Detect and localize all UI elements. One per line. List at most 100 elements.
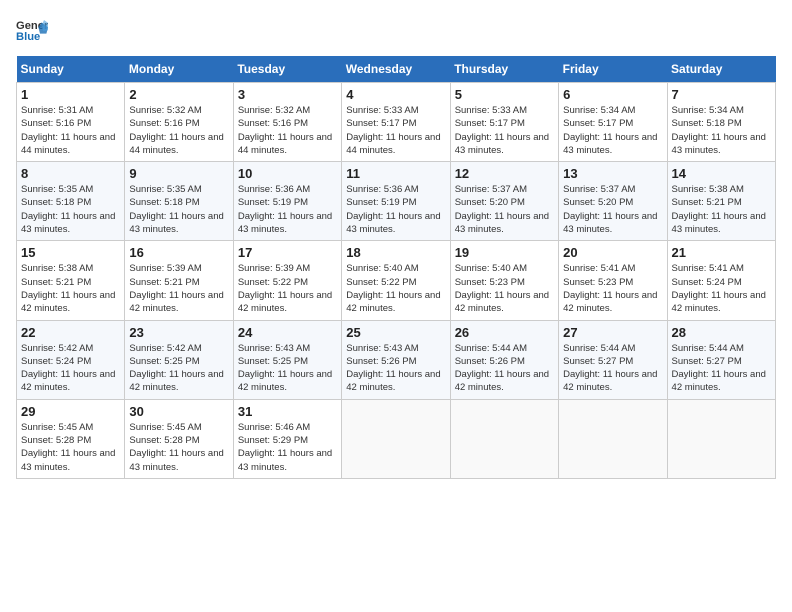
- day-number: 17: [238, 245, 337, 260]
- day-info: Sunrise: 5:44 AM Sunset: 5:27 PM Dayligh…: [672, 342, 771, 395]
- day-cell: 15 Sunrise: 5:38 AM Sunset: 5:21 PM Dayl…: [17, 241, 125, 320]
- day-info: Sunrise: 5:32 AM Sunset: 5:16 PM Dayligh…: [129, 104, 228, 157]
- day-number: 11: [346, 166, 445, 181]
- day-info: Sunrise: 5:40 AM Sunset: 5:23 PM Dayligh…: [455, 262, 554, 315]
- day-number: 6: [563, 87, 662, 102]
- day-cell: 29 Sunrise: 5:45 AM Sunset: 5:28 PM Dayl…: [17, 399, 125, 478]
- day-number: 18: [346, 245, 445, 260]
- day-cell: 21 Sunrise: 5:41 AM Sunset: 5:24 PM Dayl…: [667, 241, 775, 320]
- day-info: Sunrise: 5:45 AM Sunset: 5:28 PM Dayligh…: [21, 421, 120, 474]
- header-row: SundayMondayTuesdayWednesdayThursdayFrid…: [17, 56, 776, 83]
- day-number: 19: [455, 245, 554, 260]
- day-cell: 28 Sunrise: 5:44 AM Sunset: 5:27 PM Dayl…: [667, 320, 775, 399]
- day-cell: 31 Sunrise: 5:46 AM Sunset: 5:29 PM Dayl…: [233, 399, 341, 478]
- weekday-header-saturday: Saturday: [667, 56, 775, 83]
- day-number: 4: [346, 87, 445, 102]
- day-cell: 6 Sunrise: 5:34 AM Sunset: 5:17 PM Dayli…: [559, 83, 667, 162]
- day-number: 1: [21, 87, 120, 102]
- day-cell: 25 Sunrise: 5:43 AM Sunset: 5:26 PM Dayl…: [342, 320, 450, 399]
- day-number: 27: [563, 325, 662, 340]
- day-info: Sunrise: 5:43 AM Sunset: 5:26 PM Dayligh…: [346, 342, 445, 395]
- day-info: Sunrise: 5:41 AM Sunset: 5:23 PM Dayligh…: [563, 262, 662, 315]
- day-number: 3: [238, 87, 337, 102]
- day-cell: 2 Sunrise: 5:32 AM Sunset: 5:16 PM Dayli…: [125, 83, 233, 162]
- day-cell: 16 Sunrise: 5:39 AM Sunset: 5:21 PM Dayl…: [125, 241, 233, 320]
- day-cell: 9 Sunrise: 5:35 AM Sunset: 5:18 PM Dayli…: [125, 162, 233, 241]
- day-number: 28: [672, 325, 771, 340]
- day-cell: 26 Sunrise: 5:44 AM Sunset: 5:26 PM Dayl…: [450, 320, 558, 399]
- day-number: 26: [455, 325, 554, 340]
- day-cell: 8 Sunrise: 5:35 AM Sunset: 5:18 PM Dayli…: [17, 162, 125, 241]
- day-info: Sunrise: 5:37 AM Sunset: 5:20 PM Dayligh…: [563, 183, 662, 236]
- week-row-5: 29 Sunrise: 5:45 AM Sunset: 5:28 PM Dayl…: [17, 399, 776, 478]
- day-number: 8: [21, 166, 120, 181]
- calendar-table: SundayMondayTuesdayWednesdayThursdayFrid…: [16, 56, 776, 479]
- day-number: 30: [129, 404, 228, 419]
- day-info: Sunrise: 5:39 AM Sunset: 5:21 PM Dayligh…: [129, 262, 228, 315]
- day-info: Sunrise: 5:35 AM Sunset: 5:18 PM Dayligh…: [21, 183, 120, 236]
- weekday-header-monday: Monday: [125, 56, 233, 83]
- day-cell: [342, 399, 450, 478]
- day-number: 5: [455, 87, 554, 102]
- day-cell: 23 Sunrise: 5:42 AM Sunset: 5:25 PM Dayl…: [125, 320, 233, 399]
- day-cell: 1 Sunrise: 5:31 AM Sunset: 5:16 PM Dayli…: [17, 83, 125, 162]
- day-number: 23: [129, 325, 228, 340]
- day-info: Sunrise: 5:31 AM Sunset: 5:16 PM Dayligh…: [21, 104, 120, 157]
- day-number: 24: [238, 325, 337, 340]
- day-info: Sunrise: 5:38 AM Sunset: 5:21 PM Dayligh…: [672, 183, 771, 236]
- day-info: Sunrise: 5:46 AM Sunset: 5:29 PM Dayligh…: [238, 421, 337, 474]
- day-info: Sunrise: 5:39 AM Sunset: 5:22 PM Dayligh…: [238, 262, 337, 315]
- day-info: Sunrise: 5:37 AM Sunset: 5:20 PM Dayligh…: [455, 183, 554, 236]
- day-cell: [667, 399, 775, 478]
- weekday-header-friday: Friday: [559, 56, 667, 83]
- day-cell: 11 Sunrise: 5:36 AM Sunset: 5:19 PM Dayl…: [342, 162, 450, 241]
- day-number: 15: [21, 245, 120, 260]
- day-number: 16: [129, 245, 228, 260]
- day-cell: 30 Sunrise: 5:45 AM Sunset: 5:28 PM Dayl…: [125, 399, 233, 478]
- week-row-1: 1 Sunrise: 5:31 AM Sunset: 5:16 PM Dayli…: [17, 83, 776, 162]
- week-row-2: 8 Sunrise: 5:35 AM Sunset: 5:18 PM Dayli…: [17, 162, 776, 241]
- weekday-header-sunday: Sunday: [17, 56, 125, 83]
- day-cell: 18 Sunrise: 5:40 AM Sunset: 5:22 PM Dayl…: [342, 241, 450, 320]
- day-number: 22: [21, 325, 120, 340]
- day-info: Sunrise: 5:36 AM Sunset: 5:19 PM Dayligh…: [238, 183, 337, 236]
- day-number: 25: [346, 325, 445, 340]
- day-cell: 14 Sunrise: 5:38 AM Sunset: 5:21 PM Dayl…: [667, 162, 775, 241]
- day-number: 9: [129, 166, 228, 181]
- day-cell: 10 Sunrise: 5:36 AM Sunset: 5:19 PM Dayl…: [233, 162, 341, 241]
- day-info: Sunrise: 5:40 AM Sunset: 5:22 PM Dayligh…: [346, 262, 445, 315]
- day-info: Sunrise: 5:32 AM Sunset: 5:16 PM Dayligh…: [238, 104, 337, 157]
- day-info: Sunrise: 5:41 AM Sunset: 5:24 PM Dayligh…: [672, 262, 771, 315]
- day-info: Sunrise: 5:44 AM Sunset: 5:26 PM Dayligh…: [455, 342, 554, 395]
- day-number: 14: [672, 166, 771, 181]
- day-number: 21: [672, 245, 771, 260]
- svg-text:Blue: Blue: [16, 31, 40, 43]
- page-header: General Blue: [16, 16, 776, 44]
- day-cell: 13 Sunrise: 5:37 AM Sunset: 5:20 PM Dayl…: [559, 162, 667, 241]
- day-cell: 12 Sunrise: 5:37 AM Sunset: 5:20 PM Dayl…: [450, 162, 558, 241]
- day-info: Sunrise: 5:45 AM Sunset: 5:28 PM Dayligh…: [129, 421, 228, 474]
- week-row-4: 22 Sunrise: 5:42 AM Sunset: 5:24 PM Dayl…: [17, 320, 776, 399]
- day-number: 10: [238, 166, 337, 181]
- day-info: Sunrise: 5:44 AM Sunset: 5:27 PM Dayligh…: [563, 342, 662, 395]
- day-number: 2: [129, 87, 228, 102]
- day-cell: 3 Sunrise: 5:32 AM Sunset: 5:16 PM Dayli…: [233, 83, 341, 162]
- day-cell: 24 Sunrise: 5:43 AM Sunset: 5:25 PM Dayl…: [233, 320, 341, 399]
- day-info: Sunrise: 5:34 AM Sunset: 5:17 PM Dayligh…: [563, 104, 662, 157]
- logo-icon: General Blue: [16, 16, 48, 44]
- day-cell: 27 Sunrise: 5:44 AM Sunset: 5:27 PM Dayl…: [559, 320, 667, 399]
- day-number: 7: [672, 87, 771, 102]
- logo: General Blue: [16, 16, 48, 44]
- day-info: Sunrise: 5:33 AM Sunset: 5:17 PM Dayligh…: [346, 104, 445, 157]
- day-info: Sunrise: 5:43 AM Sunset: 5:25 PM Dayligh…: [238, 342, 337, 395]
- weekday-header-thursday: Thursday: [450, 56, 558, 83]
- day-cell: 20 Sunrise: 5:41 AM Sunset: 5:23 PM Dayl…: [559, 241, 667, 320]
- day-info: Sunrise: 5:42 AM Sunset: 5:24 PM Dayligh…: [21, 342, 120, 395]
- day-cell: 19 Sunrise: 5:40 AM Sunset: 5:23 PM Dayl…: [450, 241, 558, 320]
- day-info: Sunrise: 5:38 AM Sunset: 5:21 PM Dayligh…: [21, 262, 120, 315]
- day-number: 31: [238, 404, 337, 419]
- weekday-header-wednesday: Wednesday: [342, 56, 450, 83]
- week-row-3: 15 Sunrise: 5:38 AM Sunset: 5:21 PM Dayl…: [17, 241, 776, 320]
- day-number: 29: [21, 404, 120, 419]
- day-number: 20: [563, 245, 662, 260]
